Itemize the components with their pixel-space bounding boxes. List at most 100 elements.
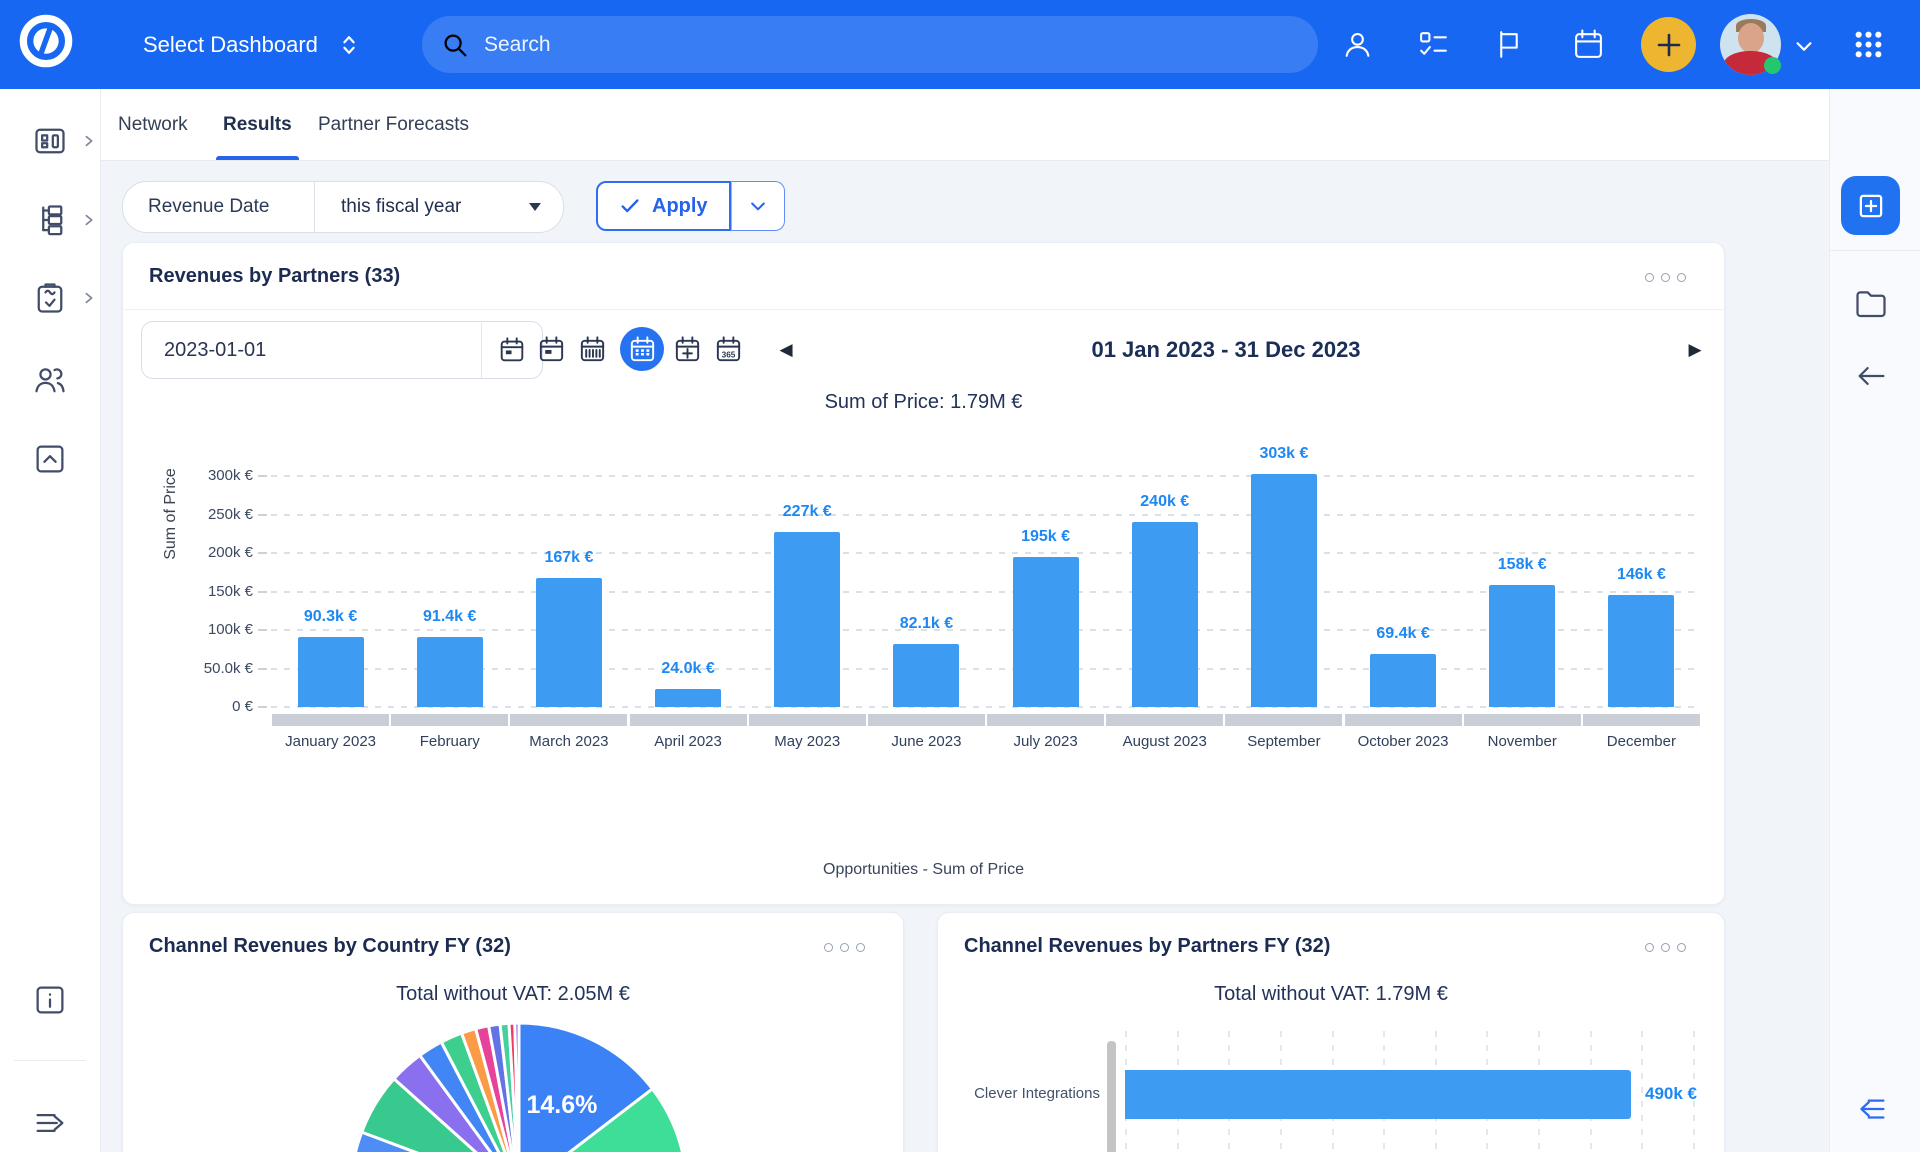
- sidebar-item-archive[interactable]: [0, 427, 100, 491]
- tab-partner-forecasts[interactable]: Partner Forecasts: [318, 89, 469, 160]
- bar-value-label: 195k €: [986, 528, 1105, 546]
- x-tick-label: December: [1582, 733, 1701, 750]
- dashboard-selector[interactable]: Select Dashboard: [143, 0, 360, 89]
- x-tick-label: September: [1224, 733, 1343, 750]
- online-status-dot: [1764, 57, 1781, 74]
- gridline: [271, 591, 1701, 593]
- dashboard-icon: [32, 123, 68, 159]
- dropdown-caret-icon: [529, 203, 541, 211]
- app-window: Select Dashboard: [0, 0, 1920, 1152]
- horizontal-bar-chart: Clever Integrations 490k €: [938, 1031, 1724, 1152]
- brand-logo-icon[interactable]: [17, 12, 75, 70]
- chevron-down-icon[interactable]: [1793, 35, 1815, 57]
- chevron-sort-icon: [338, 34, 360, 56]
- bar[interactable]: [1013, 557, 1079, 707]
- arrow-left-icon[interactable]: [1853, 358, 1889, 394]
- bar-value-label: 90.3k €: [271, 608, 390, 626]
- filter-value-dropdown[interactable]: this fiscal year: [315, 196, 563, 218]
- bar[interactable]: [298, 637, 364, 707]
- people-icon: [32, 362, 68, 398]
- right-sidebar-divider: [1830, 250, 1920, 251]
- filter-value-label: this fiscal year: [341, 196, 461, 218]
- bar-value-label: 82.1k €: [867, 615, 986, 633]
- x-tick-label: February: [390, 733, 509, 750]
- folder-icon[interactable]: [1853, 285, 1889, 321]
- tab-results[interactable]: Results: [223, 89, 292, 160]
- bar-value-label: 69.4k €: [1344, 625, 1463, 643]
- y-tick-label: 300k €: [123, 467, 253, 484]
- bar-value-label: 24.0k €: [629, 660, 748, 678]
- x-axis-band: [272, 714, 389, 726]
- gridline: [271, 475, 1701, 477]
- x-tick-label: March 2023: [509, 733, 628, 750]
- chevron-right-icon[interactable]: [82, 213, 96, 227]
- left-sidebar: [0, 89, 101, 1152]
- apps-grid-icon[interactable]: [1851, 27, 1886, 62]
- x-axis-band: [510, 714, 627, 726]
- bar[interactable]: [1489, 585, 1555, 707]
- card-menu-button[interactable]: [1645, 943, 1686, 952]
- filter-field-label: Revenue Date: [123, 196, 314, 218]
- right-sidebar: [1829, 89, 1920, 1152]
- bar[interactable]: [536, 578, 602, 707]
- calendar-icon[interactable]: [1572, 28, 1605, 61]
- add-new-button[interactable]: [1641, 17, 1696, 72]
- search-bar[interactable]: [422, 16, 1318, 73]
- apply-button-group: Apply: [596, 181, 785, 231]
- hbar-bar[interactable]: [1125, 1070, 1631, 1119]
- hbar-category-label: Clever Integrations: [938, 1085, 1100, 1102]
- card-channel-revenues-by-country: Channel Revenues by Country FY (32) Tota…: [122, 912, 904, 1152]
- chevron-right-icon[interactable]: [82, 291, 96, 305]
- clipboard-check-icon: [32, 280, 68, 316]
- expand-menu-icon: [32, 1105, 68, 1141]
- hbar-value-label: 490k €: [1645, 1084, 1697, 1104]
- search-input[interactable]: [482, 32, 1246, 58]
- contacts-icon[interactable]: [1341, 28, 1374, 61]
- bar[interactable]: [1608, 595, 1674, 707]
- sidebar-item-contacts[interactable]: [0, 348, 100, 412]
- tasks-icon[interactable]: [1417, 28, 1450, 61]
- bar-value-label: 158k €: [1463, 556, 1582, 574]
- apply-options-button[interactable]: [731, 181, 785, 231]
- pie-chart: 14.6%: [123, 1021, 903, 1152]
- date-filter-control[interactable]: Revenue Date this fiscal year: [122, 181, 564, 233]
- hierarchy-icon: [32, 202, 68, 238]
- bar[interactable]: [893, 644, 959, 707]
- y-tick-label: 250k €: [123, 506, 253, 523]
- check-icon: [619, 195, 641, 217]
- chevron-right-icon[interactable]: [82, 134, 96, 148]
- info-icon: [32, 982, 68, 1018]
- new-record-button[interactable]: [1841, 176, 1900, 235]
- y-tick-label: 50.0k €: [123, 660, 253, 677]
- bar[interactable]: [1370, 654, 1436, 707]
- bar-value-label: 240k €: [1105, 493, 1224, 511]
- hbar-gridline: [1641, 1031, 1643, 1152]
- bar[interactable]: [1251, 474, 1317, 707]
- bar[interactable]: [655, 689, 721, 707]
- pie-slice-label: 14.6%: [526, 1091, 597, 1119]
- plus-icon: [1653, 29, 1685, 61]
- card-menu-button[interactable]: [824, 943, 865, 952]
- pie-total-label: Total without VAT: 2.05M €: [123, 983, 903, 1006]
- apply-button[interactable]: Apply: [596, 181, 731, 231]
- sidebar-item-info[interactable]: [0, 968, 100, 1032]
- x-axis-band: [630, 714, 747, 726]
- tab-network[interactable]: Network: [118, 89, 188, 160]
- gridline: [271, 706, 1701, 708]
- x-axis-band: [1464, 714, 1581, 726]
- bar-value-label: 146k €: [1582, 566, 1701, 584]
- x-axis-band: [391, 714, 508, 726]
- sidebar-expand-button[interactable]: [0, 1091, 100, 1152]
- bar[interactable]: [417, 637, 483, 707]
- flag-icon[interactable]: [1493, 28, 1526, 61]
- y-tick-label: 150k €: [123, 583, 253, 600]
- bar[interactable]: [1132, 522, 1198, 707]
- avatar-face: [1738, 23, 1764, 53]
- tabs-bar: Network Results Partner Forecasts: [100, 89, 1830, 161]
- bar[interactable]: [774, 532, 840, 707]
- x-tick-label: April 2023: [629, 733, 748, 750]
- y-tick-mark: [258, 668, 267, 670]
- collapse-panel-icon[interactable]: [1853, 1091, 1889, 1127]
- x-tick-label: June 2023: [867, 733, 986, 750]
- gridline: [271, 629, 1701, 631]
